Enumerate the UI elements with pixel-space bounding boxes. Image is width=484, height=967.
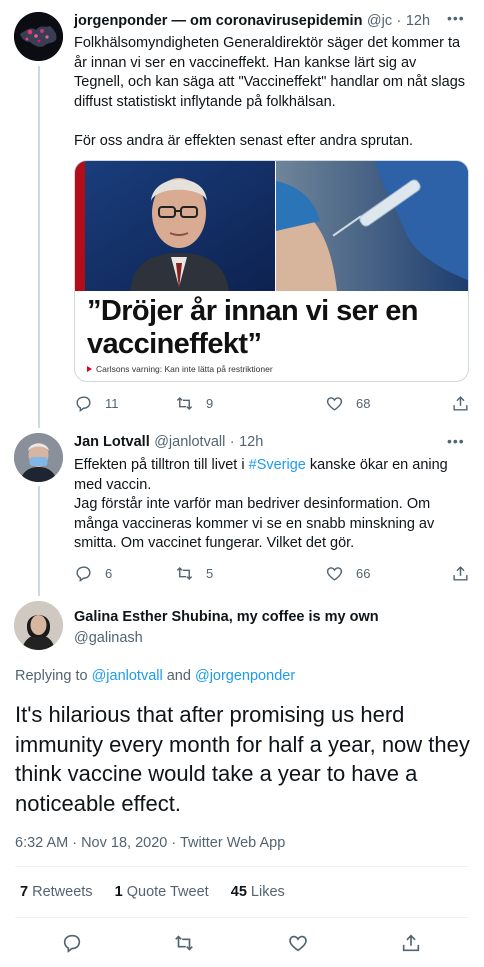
retweet-count: 9 (206, 396, 214, 411)
replying-label: Replying to (15, 668, 92, 684)
like-count: 68 (356, 396, 371, 411)
retweets-stat[interactable]: 7 Retweets (20, 884, 93, 900)
replying-and: and (162, 668, 195, 684)
reply-user-link[interactable]: @janlotvall (92, 668, 163, 684)
like-icon (326, 397, 343, 411)
card-caption: Carlsons varning: Kan inte lätta på rest… (96, 364, 273, 374)
likes-count: 45 (230, 884, 247, 900)
more-icon[interactable]: ••• (447, 433, 465, 449)
reply-button[interactable]: 6 (74, 564, 112, 583)
reply-button[interactable] (61, 932, 83, 954)
like-icon (289, 935, 307, 952)
hashtag-link[interactable]: #Sverige (249, 457, 306, 473)
author-handle[interactable]: @janlotvall (154, 434, 225, 450)
main-tweet-text: It's hilarious that after promising us h… (15, 702, 470, 816)
like-icon (326, 567, 343, 581)
quotes-label: Quote Tweet (126, 884, 209, 900)
retweets-count: 7 (20, 884, 29, 900)
caption-marker (87, 366, 92, 372)
like-button[interactable] (287, 932, 309, 954)
retweet-icon (176, 396, 193, 411)
divider (15, 917, 469, 918)
author-name[interactable]: jorgenponder — om coronavirusepidemin (74, 13, 362, 29)
separator-dot: · (396, 13, 402, 29)
reply-icon (63, 934, 81, 953)
more-icon[interactable]: ••• (447, 10, 465, 26)
retweets-label: Retweets (32, 884, 93, 900)
retweet-count: 5 (206, 566, 214, 581)
avatar[interactable] (14, 12, 63, 61)
retweet-button[interactable] (173, 932, 195, 954)
engagement-stats: 7 Retweets 1 Quote Tweet 45 Likes (20, 884, 285, 900)
retweet-icon (175, 935, 193, 951)
like-button[interactable]: 66 (325, 564, 370, 583)
tweet-text: Effekten på tilltron till livet i #Sveri… (74, 456, 469, 554)
retweet-icon (176, 566, 193, 581)
quotes-count: 1 (114, 884, 123, 900)
reply-icon (76, 396, 91, 413)
reply-user-link[interactable]: @jorgenponder (195, 668, 295, 684)
card-headline: ”Dröjer år innan vi ser en vaccineffekt” (87, 295, 419, 360)
tweet-time[interactable]: 12h (239, 434, 263, 450)
share-icon (453, 566, 468, 581)
card-image (75, 161, 468, 291)
share-button[interactable] (400, 932, 422, 954)
share-button[interactable] (451, 394, 470, 413)
divider (15, 866, 469, 867)
reply-count: 6 (105, 566, 113, 581)
author-handle[interactable]: @jc (367, 13, 392, 29)
share-icon (453, 396, 468, 411)
retweet-button[interactable]: 9 (175, 394, 213, 413)
tweet-text: Folkhälsomyndigheten Generaldirektör säg… (74, 35, 466, 149)
share-button[interactable] (451, 564, 470, 583)
tweet-time[interactable]: 12h (406, 13, 430, 29)
link-card[interactable]: ”Dröjer år innan vi ser en vaccineffekt”… (74, 160, 469, 382)
retweet-button[interactable]: 5 (175, 564, 213, 583)
tweet-text-part: Effekten på tilltron till livet i (74, 457, 249, 473)
share-icon (402, 934, 420, 952)
likes-label: Likes (250, 884, 285, 900)
replying-to: Replying to @janlotvall and @jorgenponde… (15, 668, 295, 684)
author-name[interactable]: Galina Esther Shubina, my coffee is my o… (74, 609, 379, 625)
thread-line (38, 66, 40, 428)
tweet-timestamp[interactable]: 6:32 AM · Nov 18, 2020 · Twitter Web App (15, 835, 285, 851)
author-handle[interactable]: @galinash (74, 630, 143, 646)
author-name[interactable]: Jan Lotvall (74, 434, 150, 450)
like-count: 66 (356, 566, 371, 581)
avatar[interactable] (14, 601, 63, 650)
reply-count: 11 (105, 396, 119, 411)
reply-button[interactable]: 11 (74, 394, 119, 413)
like-button[interactable]: 68 (325, 394, 370, 413)
quotes-stat[interactable]: 1 Quote Tweet (115, 884, 209, 900)
separator-dot: · (229, 434, 235, 450)
likes-stat[interactable]: 45 Likes (231, 884, 285, 900)
reply-icon (76, 566, 91, 583)
avatar[interactable] (14, 433, 63, 482)
thread-line (38, 486, 40, 596)
